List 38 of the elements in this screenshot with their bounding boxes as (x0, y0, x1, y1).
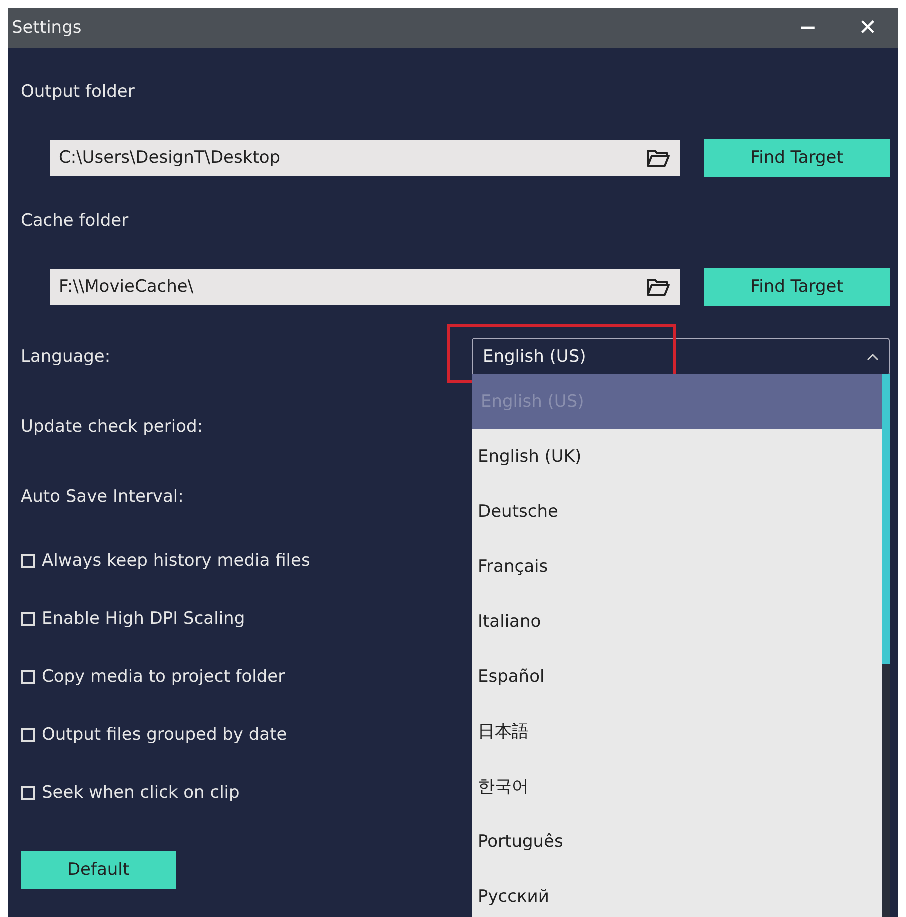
checkbox[interactable] (21, 612, 35, 626)
close-button[interactable]: ✕ (838, 16, 898, 40)
language-option[interactable]: Español (472, 649, 882, 704)
checkbox-label[interactable]: Output files grouped by date (42, 725, 288, 745)
minimize-button[interactable]: − (778, 16, 838, 40)
language-label: Language: (21, 347, 112, 367)
language-option[interactable]: 한국어 (472, 759, 882, 814)
scrollbar[interactable] (882, 374, 890, 917)
checkbox-label[interactable]: Seek when click on clip (42, 783, 240, 803)
folder-icon[interactable] (646, 277, 670, 297)
language-option[interactable]: Português (472, 814, 882, 869)
checkbox[interactable] (21, 554, 35, 568)
folder-icon[interactable] (646, 148, 670, 168)
find-target-button[interactable]: Find Target (704, 268, 890, 306)
find-target-button[interactable]: Find Target (704, 139, 890, 177)
checkbox-label[interactable]: Copy media to project folder (42, 667, 286, 687)
setting-label: Update check period: (21, 417, 204, 437)
default-button[interactable]: Default (21, 851, 176, 889)
language-option[interactable]: Deutsche (472, 484, 882, 539)
scrollbar-thumb[interactable] (882, 374, 890, 664)
field-label: Cache folder (21, 211, 129, 231)
checkbox-label[interactable]: Always keep history media files (42, 551, 310, 571)
checkbox[interactable] (21, 728, 35, 742)
window-title: Settings (12, 18, 83, 38)
field-label: Output folder (21, 82, 135, 102)
caret-icon (867, 353, 879, 361)
checkbox-label[interactable]: Enable High DPI Scaling (42, 609, 246, 629)
folder-path-field[interactable]: C:\Users\DesignT\Desktop (50, 140, 680, 176)
checkbox[interactable] (21, 786, 35, 800)
language-option[interactable]: 日本語 (472, 704, 882, 759)
language-option[interactable]: Русский (472, 869, 882, 917)
checkbox[interactable] (21, 670, 35, 684)
language-option[interactable]: English (UK) (472, 429, 882, 484)
language-option[interactable]: Français (472, 539, 882, 594)
language-dropdown[interactable]: English (US) (472, 338, 890, 376)
setting-label: Auto Save Interval: (21, 487, 184, 507)
language-option[interactable]: Italiano (472, 594, 882, 649)
folder-path-field[interactable]: F:\\MovieCache\ (50, 269, 680, 305)
